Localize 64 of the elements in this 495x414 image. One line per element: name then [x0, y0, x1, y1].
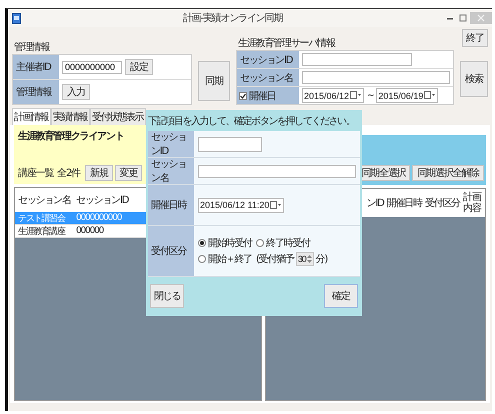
calendar-icon [424, 91, 436, 100]
radio-option[interactable]: 開始時受付 [198, 236, 252, 250]
field-label: 管理情報 [13, 80, 59, 104]
radio-option[interactable]: 終了時受付 [256, 236, 310, 250]
input-button[interactable]: 入力 [62, 84, 90, 100]
tab[interactable]: 計画情報 [12, 108, 51, 125]
column-header: 受付区分 [424, 196, 460, 210]
field-label: セッションID [237, 51, 299, 68]
table-cell-text: 0000000000 [75, 213, 123, 223]
number-spinner[interactable]: 30 [296, 252, 314, 266]
window-title: 計画-実績オンライン同期 [182, 12, 284, 25]
dialog-message: 下記項目を入力して、確定ボタンを押してください。 [148, 114, 354, 129]
radio-button[interactable] [256, 239, 264, 247]
column-header: セッションID [75, 194, 130, 207]
checkbox-label: 開催日 [249, 90, 276, 102]
field-label: 主催者ID [13, 55, 59, 79]
unit-label: 分) [316, 253, 328, 266]
date-field[interactable]: 2015/06/19 [376, 88, 438, 103]
toolbar-button[interactable]: 変更 [114, 165, 142, 181]
toolbar-button[interactable]: 新規 [84, 165, 113, 181]
group-title: 生涯教育管理サーバ情報 [237, 38, 336, 50]
input-field[interactable]: 0000000000 [62, 60, 122, 74]
field-label: セッション名 [237, 69, 299, 86]
radio-button[interactable] [198, 255, 206, 263]
range-separator: ~ [367, 90, 374, 100]
exit-button[interactable]: 終了 [462, 29, 488, 47]
count-label: 全2件 [57, 167, 80, 180]
input-field[interactable] [198, 136, 262, 152]
group-title: 管理情報 [13, 42, 51, 54]
table-cell-text: テスト講習会 [17, 212, 66, 224]
column-header: 計画内容 [463, 192, 482, 214]
calendar-icon [350, 91, 362, 100]
grace-label: (受付猶予 [256, 252, 294, 266]
field-label: 開催日時 [148, 185, 194, 225]
radio-option[interactable]: 開始＋終了 [198, 252, 252, 266]
input-field[interactable] [302, 53, 412, 66]
spinner-arrows-icon [306, 254, 312, 264]
set-button[interactable]: 設定 [125, 59, 153, 75]
toolbar-button[interactable]: 同期選択全解除 [412, 165, 484, 181]
radio-button[interactable] [198, 239, 206, 247]
table-cell-text: 生涯教育講座 [17, 225, 66, 238]
app-icon [12, 12, 21, 24]
table-cell-text: 000000 [75, 226, 105, 236]
field-label: 受付区分 [148, 226, 194, 276]
field-label: セッション名 [148, 158, 194, 184]
confirm-button[interactable]: 確定 [324, 284, 358, 308]
column-header: 開催日時 [386, 196, 422, 210]
list-label: 講座一覧 [18, 166, 54, 180]
input-field[interactable] [198, 164, 356, 178]
panel-title: 生涯教育管理クライアント [18, 129, 124, 143]
date-field[interactable]: 2015/06/12 11:20 [198, 198, 284, 212]
field-label: セッションID [148, 131, 194, 157]
close-button[interactable]: 閉じる [150, 284, 184, 308]
calendar-icon [270, 200, 282, 210]
maximize-icon[interactable] [457, 13, 469, 23]
column-header: ンID [366, 197, 384, 210]
column-header: セッション名 [17, 194, 72, 207]
tab[interactable]: 実績情報 [51, 108, 90, 125]
input-field[interactable] [302, 71, 450, 84]
date-field[interactable]: 2015/06/12 [302, 88, 364, 103]
sync-button[interactable]: 同期 [198, 61, 230, 101]
checkbox[interactable] [239, 92, 247, 100]
tab[interactable]: 受付状態表示 [90, 108, 146, 125]
search-button[interactable]: 検索 [460, 61, 488, 97]
